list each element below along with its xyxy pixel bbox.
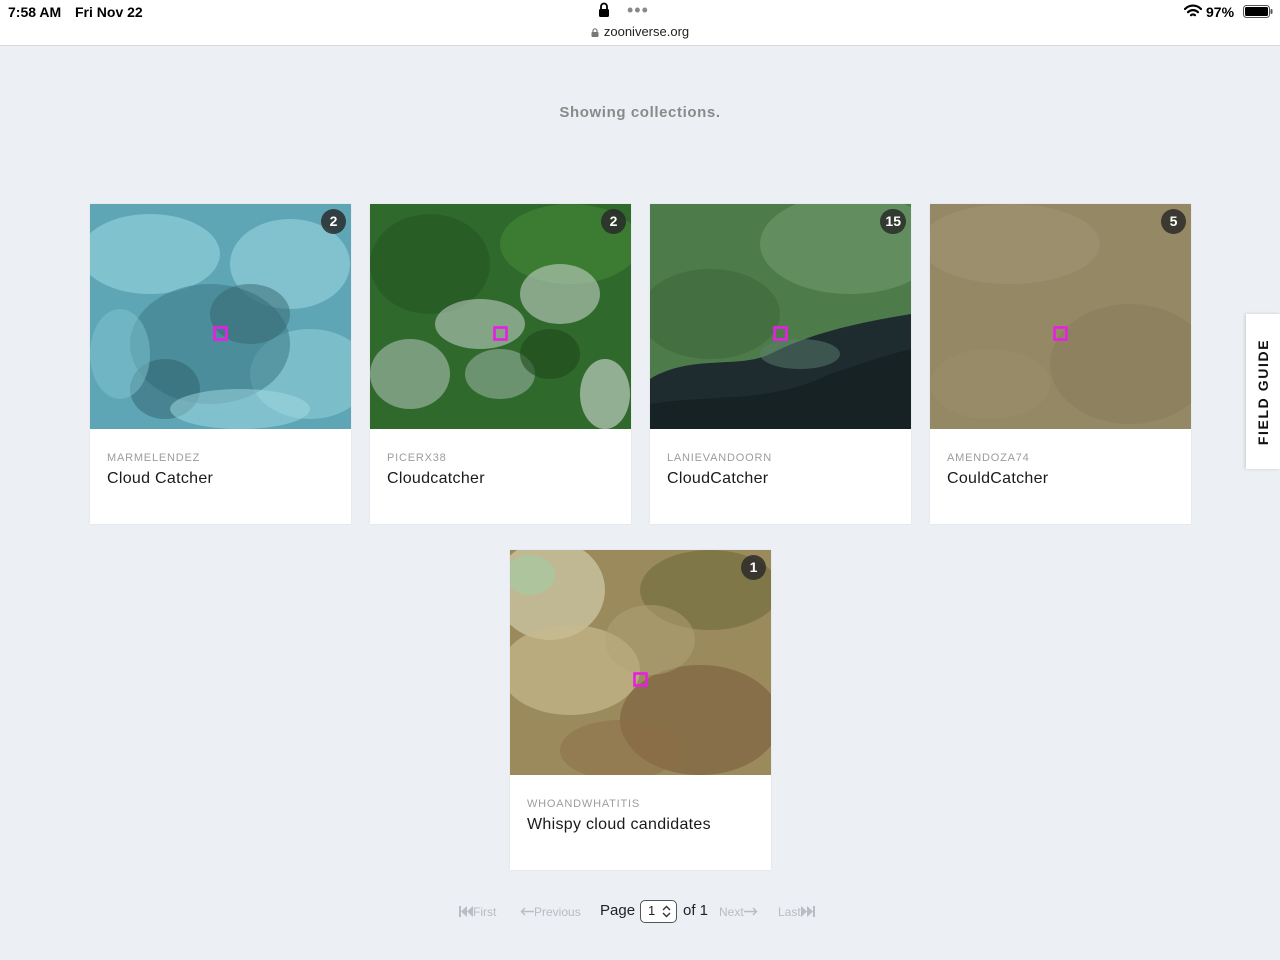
collection-thumbnail[interactable]: 2 <box>370 204 631 429</box>
collection-owner[interactable]: AMENDOZA74 <box>947 452 1030 464</box>
arrow-right-icon <box>743 907 758 916</box>
collection-name[interactable]: CloudCatcher <box>667 470 768 488</box>
first-page-button[interactable]: First <box>459 905 496 919</box>
url-bar[interactable]: zooniverse.org <box>0 24 1280 39</box>
subject-count-badge: 2 <box>321 209 346 234</box>
battery-percent: 97% <box>1206 4 1235 20</box>
collection-owner[interactable]: MARMELENDEZ <box>107 452 200 464</box>
battery-icon <box>1243 5 1273 18</box>
previous-label: Previous <box>534 905 581 919</box>
status-date: Fri Nov 22 <box>75 4 143 20</box>
arrow-left-icon <box>520 907 534 916</box>
more-dots-icon[interactable]: ••• <box>627 0 649 21</box>
collection-card[interactable]: 15 LANIEVANDOORN CloudCatcher <box>650 204 911 524</box>
collection-name[interactable]: Cloud Catcher <box>107 470 213 488</box>
last-page-button[interactable]: Last <box>778 905 815 919</box>
status-time: 7:58 AM <box>8 4 62 20</box>
field-guide-tab[interactable]: FIELD GUIDE <box>1246 314 1280 469</box>
page-label: Page <box>600 902 636 919</box>
first-label: First <box>473 905 497 919</box>
url-text: zooniverse.org <box>603 24 690 39</box>
collection-card[interactable]: 2 PICERX38 Cloudcatcher <box>370 204 631 524</box>
collection-owner[interactable]: WHOANDWHATITIS <box>527 798 640 810</box>
collection-thumbnail[interactable]: 15 <box>650 204 911 429</box>
wifi-icon <box>1184 4 1202 17</box>
collection-thumbnail[interactable]: 5 <box>930 204 1191 429</box>
collection-thumbnail[interactable]: 1 <box>510 550 771 775</box>
url-lock-icon <box>591 28 599 37</box>
lock-icon <box>599 2 609 17</box>
last-page-icon <box>800 906 815 917</box>
collection-owner[interactable]: PICERX38 <box>387 452 447 464</box>
page-select[interactable]: 1 <box>640 900 677 923</box>
subject-count-badge: 2 <box>601 209 626 234</box>
collection-card[interactable]: 5 AMENDOZA74 CouldCatcher <box>930 204 1191 524</box>
pagination: First Previous Page 1 of 1 Next Last <box>0 900 1280 924</box>
status-bar: 7:58 AM Fri Nov 22 ••• zooniverse.org 97… <box>0 0 1280 46</box>
previous-page-button[interactable]: Previous <box>520 905 581 919</box>
page-select-value: 1 <box>648 903 656 918</box>
field-guide-label: FIELD GUIDE <box>1255 338 1271 446</box>
collection-owner[interactable]: LANIEVANDOORN <box>667 452 772 464</box>
next-label: Next <box>719 905 744 919</box>
subject-count-badge: 1 <box>741 555 766 580</box>
collection-card[interactable]: 1 WHOANDWHATITIS Whispy cloud candidates <box>510 550 771 870</box>
last-label: Last <box>778 905 801 919</box>
next-page-button[interactable]: Next <box>719 905 758 919</box>
collection-card[interactable]: 2 MARMELENDEZ Cloud Catcher <box>90 204 351 524</box>
first-page-icon <box>459 906 473 917</box>
of-pages-label: of 1 <box>683 902 709 919</box>
collection-name[interactable]: CouldCatcher <box>947 470 1048 488</box>
chevron-up-down-icon <box>662 905 671 918</box>
showing-collections-text: Showing collections. <box>559 104 721 121</box>
collection-name[interactable]: Cloudcatcher <box>387 470 485 488</box>
collection-name[interactable]: Whispy cloud candidates <box>527 816 711 834</box>
subject-count-badge: 15 <box>880 209 906 234</box>
subject-count-badge: 5 <box>1161 209 1186 234</box>
collection-thumbnail[interactable]: 2 <box>90 204 351 429</box>
